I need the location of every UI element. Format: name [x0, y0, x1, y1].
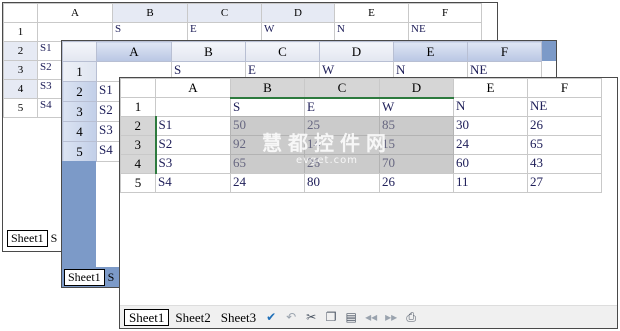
column-header[interactable]: E [393, 41, 468, 62]
row-header[interactable]: 5 [3, 98, 38, 118]
sheet-tab-sheet1[interactable]: Sheet1 [64, 268, 105, 286]
column-header[interactable]: A [37, 3, 113, 23]
cell[interactable]: S [230, 97, 305, 117]
cell[interactable]: NE [408, 22, 482, 42]
cell[interactable]: E [304, 97, 380, 117]
sheet-tab-partial[interactable]: S [105, 270, 118, 285]
cell[interactable]: S4 [155, 173, 231, 193]
column-header[interactable]: B [171, 41, 246, 62]
cell[interactable]: 26 [527, 116, 602, 136]
corner-cell[interactable] [120, 78, 156, 98]
cell[interactable]: N [453, 97, 528, 117]
first-page-icon[interactable]: ◂◂ [362, 307, 380, 327]
column-header[interactable]: A [155, 78, 231, 98]
corner-cell[interactable] [62, 41, 97, 62]
cell[interactable]: NE [527, 97, 602, 117]
row-header[interactable]: 4 [62, 121, 97, 142]
cell[interactable]: N [334, 22, 409, 42]
row-header[interactable]: 3 [120, 135, 157, 155]
check-icon[interactable]: ✔ [262, 307, 280, 327]
column-header[interactable]: B [112, 3, 188, 23]
spreadsheet-window-front: A B C D E F 1 S E W N NE 2 S1 50 25 85 3… [119, 77, 618, 329]
cell[interactable]: S1 [155, 116, 231, 136]
row-header[interactable]: 2 [120, 116, 157, 136]
column-header[interactable]: E [334, 3, 409, 23]
row-header[interactable]: 1 [3, 22, 38, 42]
cell[interactable] [155, 97, 231, 117]
cell[interactable]: 24 [453, 135, 528, 155]
column-header[interactable]: A [96, 41, 172, 62]
column-header[interactable]: C [304, 78, 380, 99]
column-header[interactable]: D [319, 41, 394, 62]
print-icon[interactable]: ⎙ [402, 307, 420, 327]
cell[interactable]: 30 [453, 116, 528, 136]
sheet-tab-bar: Sheet1 Sheet2 Sheet3 ✔ ↶ ✂ ❐ ▤ ◂◂ ▸▸ ⎙ [120, 305, 617, 328]
column-header[interactable]: F [408, 3, 482, 23]
column-header[interactable]: C [187, 3, 262, 23]
row-header[interactable]: 4 [120, 154, 157, 174]
cell[interactable] [37, 22, 113, 42]
row-header[interactable]: 3 [3, 60, 38, 80]
header-edge-strip [542, 41, 556, 61]
cell[interactable]: 27 [527, 173, 602, 193]
row-header[interactable]: 2 [62, 81, 97, 102]
sheet-tab-sheet3[interactable]: Sheet3 [217, 310, 260, 325]
column-header[interactable]: D [261, 3, 335, 23]
row-header-strip [62, 161, 96, 269]
column-header[interactable]: D [379, 78, 454, 99]
column-header[interactable]: B [230, 78, 305, 99]
row-header[interactable]: 4 [3, 79, 38, 99]
cell[interactable]: 65 [527, 135, 602, 155]
sheet-tab-sheet2[interactable]: Sheet2 [171, 310, 214, 325]
watermark: 慧都控件网 evget.com [262, 131, 392, 170]
cell[interactable]: E [187, 22, 262, 42]
cell[interactable]: S [112, 22, 188, 42]
cell[interactable]: W [261, 22, 335, 42]
row-header[interactable]: 3 [62, 101, 97, 122]
watermark-title: 慧都控件网 [262, 131, 392, 155]
row-header[interactable]: 1 [120, 97, 156, 117]
cell[interactable]: 43 [527, 154, 602, 174]
undo-icon[interactable]: ↶ [282, 307, 300, 327]
row-header[interactable]: 2 [3, 41, 38, 61]
cell[interactable]: 60 [453, 154, 528, 174]
last-page-icon[interactable]: ▸▸ [382, 307, 400, 327]
sheet-tab-sheet1[interactable]: Sheet1 [124, 308, 170, 326]
cell[interactable]: 80 [304, 173, 380, 193]
corner-cell[interactable] [3, 3, 38, 23]
column-header[interactable]: C [245, 41, 320, 62]
copy-icon[interactable]: ❐ [322, 307, 340, 327]
column-header[interactable]: F [527, 78, 602, 98]
cell[interactable]: 11 [453, 173, 528, 193]
column-header[interactable]: E [453, 78, 528, 98]
paste-icon[interactable]: ▤ [342, 307, 360, 327]
cut-icon[interactable]: ✂ [302, 307, 320, 327]
row-header[interactable]: 5 [120, 173, 156, 193]
sheet-tab-sheet1[interactable]: Sheet1 [7, 230, 48, 247]
cell[interactable]: S3 [155, 154, 231, 174]
row-header[interactable]: 5 [62, 141, 97, 162]
column-header[interactable]: F [467, 41, 542, 62]
cell[interactable]: 24 [230, 173, 305, 193]
row-header[interactable]: 1 [62, 61, 97, 82]
sheet-tab-partial[interactable]: S [48, 231, 61, 246]
cell[interactable]: S2 [155, 135, 231, 155]
cell[interactable]: W [379, 97, 454, 117]
cell[interactable]: 26 [379, 173, 454, 193]
